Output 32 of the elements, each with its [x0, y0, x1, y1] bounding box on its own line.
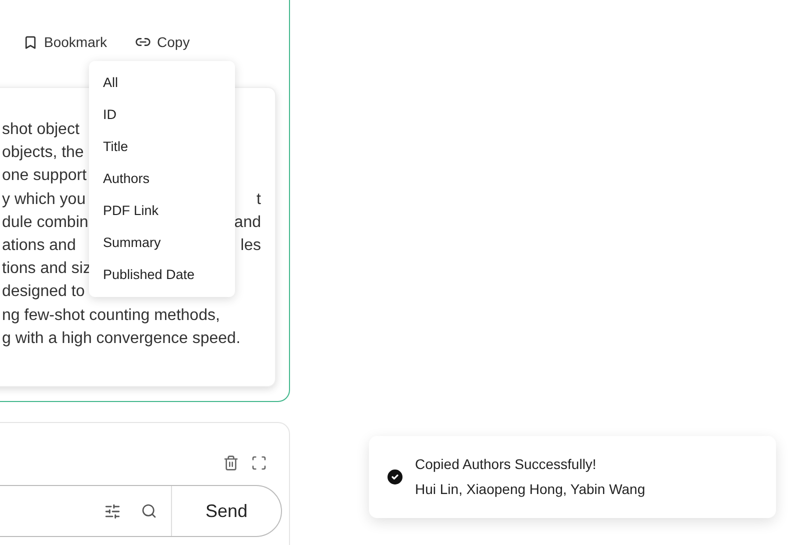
- summary-text: ations and: [2, 236, 76, 256]
- summary-text: ng few-shot counting methods,: [2, 306, 220, 326]
- summary-text: g with a high convergence speed.: [2, 328, 240, 349]
- menu-item[interactable]: Summary: [89, 227, 235, 259]
- menu-item[interactable]: Title: [89, 131, 235, 163]
- delete-icon[interactable]: [223, 455, 239, 471]
- menu-item[interactable]: Authors: [89, 163, 235, 195]
- sliders-icon[interactable]: [104, 502, 121, 520]
- summary-text: designed to: [2, 282, 85, 302]
- summary-text: one support: [2, 166, 87, 186]
- summary-text: and: [234, 212, 261, 233]
- menu-item[interactable]: Published Date: [89, 259, 235, 291]
- summary-text: shot object: [2, 120, 80, 140]
- chat-input[interactable]: Send: [0, 485, 282, 537]
- menu-item[interactable]: ID: [89, 99, 235, 131]
- toast-title: Copied Authors Successfully!: [415, 455, 598, 474]
- summary-text: tions and siz: [2, 259, 91, 280]
- summary-text: objects, the: [2, 143, 84, 164]
- send-button[interactable]: Send: [171, 486, 281, 536]
- summary-text: dule combin: [2, 212, 88, 233]
- toast-message: Hui Lin, Xiaopeng Hong, Yabin Wang: [415, 480, 646, 499]
- fullscreen-icon[interactable]: [251, 455, 267, 471]
- menu-item[interactable]: All: [89, 67, 235, 99]
- bookmark-button[interactable]: Bookmark: [23, 32, 108, 52]
- summary-text: y which you: [2, 190, 86, 210]
- menu-item[interactable]: PDF Link: [89, 195, 235, 227]
- search-icon[interactable]: [141, 503, 157, 519]
- summary-text: les: [240, 236, 261, 256]
- summary-text: t: [256, 190, 261, 210]
- bookmark-icon: [23, 34, 38, 50]
- copy-button[interactable]: Copy: [135, 32, 190, 52]
- check-icon: [385, 467, 405, 487]
